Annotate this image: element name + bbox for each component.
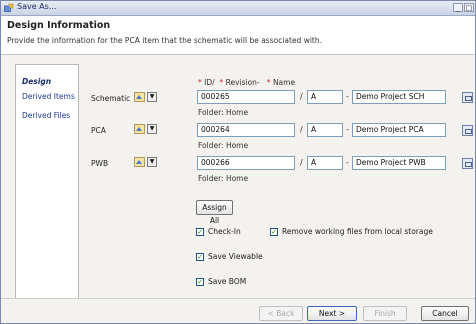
- revision-name-separator: -: [346, 125, 349, 134]
- col-revision-label: Revision-: [225, 78, 260, 87]
- step-navigation: Design Derived Items Derived Files: [15, 64, 79, 299]
- check-in-checkbox[interactable]: ✓: [196, 228, 204, 236]
- pwb-name-field[interactable]: Demo Project PWB: [352, 156, 446, 170]
- required-marker: *: [262, 78, 273, 87]
- save-bom-checkbox[interactable]: ✓: [196, 278, 204, 286]
- next-button[interactable]: Next >: [307, 306, 357, 321]
- minimize-button[interactable]: _: [453, 3, 463, 12]
- finish-button[interactable]: Finish: [363, 306, 407, 321]
- id-revision-separator: /: [300, 92, 303, 101]
- chevron-down-icon[interactable]: ▼: [147, 124, 157, 134]
- nav-item-derived-files[interactable]: Derived Files: [22, 111, 70, 120]
- page-header: Design Information Provide the informati…: [1, 16, 475, 55]
- item-type-icon[interactable]: [134, 157, 145, 167]
- column-headers: * ID/ * Revision- * Name: [198, 78, 295, 87]
- maximize-button[interactable]: □: [464, 3, 474, 12]
- check-in-label: Check-In: [208, 227, 241, 236]
- id-revision-separator: /: [300, 125, 303, 134]
- pca-folder-label: Folder: Home: [198, 141, 249, 150]
- page-title: Design Information: [7, 20, 111, 31]
- schematic-folder-label: Folder: Home: [198, 108, 249, 117]
- footer-divider: [1, 298, 475, 299]
- pca-name-field[interactable]: Demo Project PCA: [352, 123, 446, 137]
- browse-icon[interactable]: [462, 158, 473, 169]
- save-as-app-icon: [4, 3, 14, 12]
- schematic-revision-field[interactable]: A: [307, 90, 343, 104]
- browse-icon[interactable]: [462, 125, 473, 136]
- col-name-label: Name: [272, 78, 296, 87]
- schematic-name-field[interactable]: Demo Project SCH: [352, 90, 446, 104]
- pwb-revision-field[interactable]: A: [307, 156, 343, 170]
- browse-icon[interactable]: [462, 92, 473, 103]
- remove-working-files-checkbox[interactable]: ✓: [270, 228, 278, 236]
- chevron-down-icon[interactable]: ▼: [147, 92, 157, 102]
- pca-label: PCA: [91, 126, 106, 135]
- schematic-id-field[interactable]: 000265: [197, 90, 295, 104]
- cancel-button[interactable]: Cancel: [421, 306, 469, 321]
- revision-name-separator: -: [346, 158, 349, 167]
- back-button[interactable]: < Back: [259, 306, 303, 321]
- schematic-label: Schematic: [91, 94, 131, 103]
- item-type-icon[interactable]: [134, 92, 145, 102]
- assign-all-button[interactable]: Assign All: [196, 200, 233, 225]
- pwb-id-field[interactable]: 000266: [197, 156, 295, 170]
- pwb-label: PWB: [91, 159, 109, 168]
- save-viewable-label: Save Viewable: [208, 252, 263, 261]
- pca-id-field[interactable]: 000264: [197, 123, 295, 137]
- remove-working-files-label: Remove working files from local storage: [282, 227, 433, 236]
- page-subtitle: Provide the information for the PCA item…: [7, 36, 322, 45]
- save-bom-label: Save BOM: [208, 277, 247, 286]
- chevron-down-icon[interactable]: ▼: [147, 157, 157, 167]
- id-revision-separator: /: [300, 158, 303, 167]
- window-title: Save As...: [17, 2, 57, 11]
- save-as-window: Save As... _ □ Design Information Provid…: [0, 0, 476, 324]
- revision-name-separator: -: [346, 92, 349, 101]
- pca-revision-field[interactable]: A: [307, 123, 343, 137]
- nav-item-derived-items[interactable]: Derived Items: [22, 92, 75, 101]
- item-type-icon[interactable]: [134, 124, 145, 134]
- save-viewable-checkbox[interactable]: ✓: [196, 253, 204, 261]
- pwb-folder-label: Folder: Home: [198, 174, 249, 183]
- required-marker: *: [217, 78, 226, 87]
- nav-item-design[interactable]: Design: [22, 77, 51, 86]
- title-bar: Save As... _ □: [1, 1, 475, 16]
- col-id-label: ID/: [204, 78, 215, 87]
